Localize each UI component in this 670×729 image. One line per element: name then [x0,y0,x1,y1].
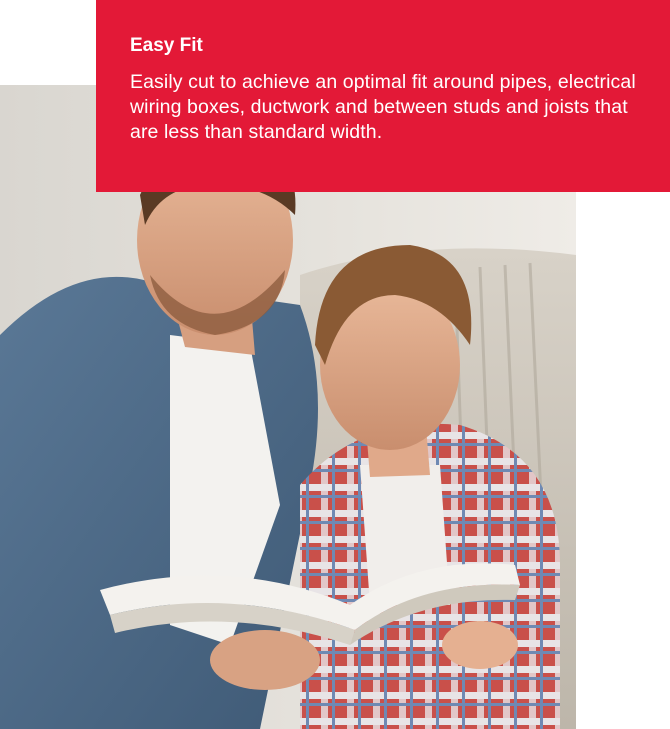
callout-title: Easy Fit [130,35,203,56]
easy-fit-callout: Easy Fit Easily cut to achieve an optima… [96,0,670,192]
callout-body: Easily cut to achieve an optimal fit aro… [130,71,636,143]
